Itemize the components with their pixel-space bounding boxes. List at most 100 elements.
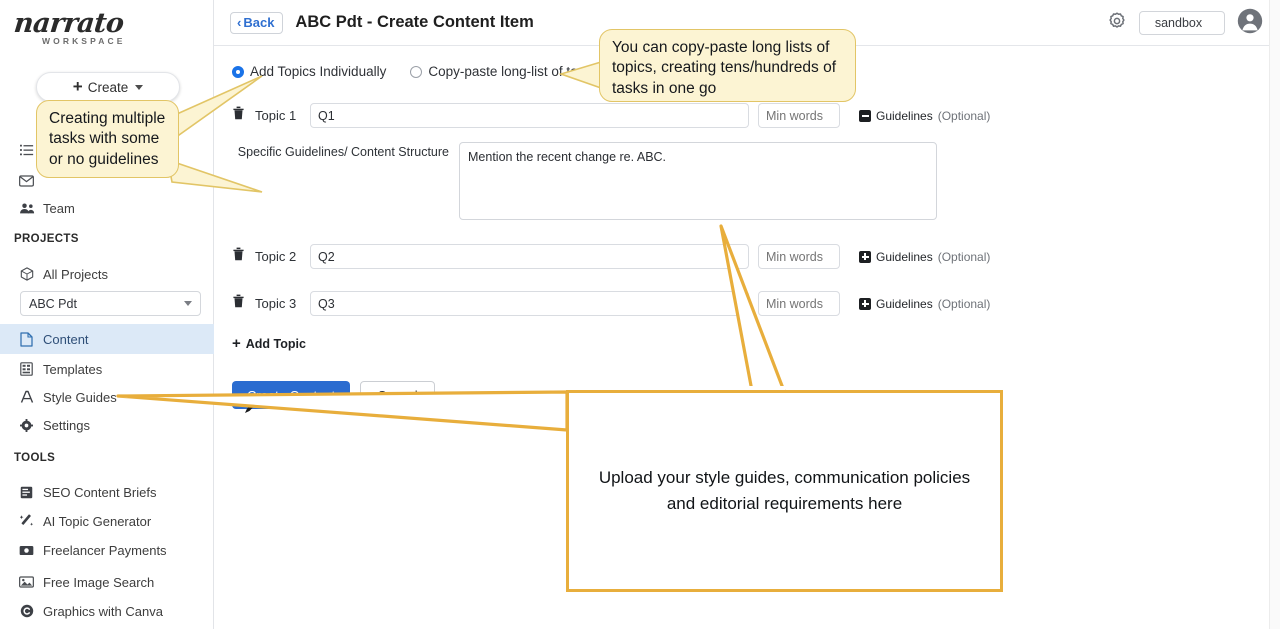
radio-add-topics-individually[interactable] [232, 65, 244, 78]
annotation-bottom-callout: Upload your style guides, communication … [566, 390, 1003, 592]
guidelines-optional-label: (Optional) [937, 296, 991, 311]
sidebar-item-all-projects[interactable]: All Projects [0, 259, 108, 289]
cancel-button[interactable]: Cancel [360, 381, 435, 409]
document-icon [18, 331, 35, 347]
radio-label-individually: Add Topics Individually [250, 64, 387, 79]
chevron-down-icon [135, 84, 144, 90]
create-button-label: Create [87, 79, 129, 95]
sidebar-item-label: Templates [43, 361, 103, 377]
trash-icon[interactable] [232, 106, 246, 125]
sidebar-item-templates[interactable]: Templates [0, 354, 102, 384]
sidebar-item-label: Settings [43, 417, 90, 433]
specific-guidelines-textarea[interactable]: Mention the recent change re. ABC. [459, 142, 937, 220]
topic-title-input[interactable] [310, 244, 749, 269]
trash-icon[interactable] [232, 294, 246, 313]
vertical-scrollbar[interactable] [1269, 0, 1280, 629]
guidelines-optional-label: (Optional) [937, 249, 991, 264]
guidelines-label: Guidelines [876, 108, 933, 123]
radio-copy-paste[interactable] [410, 65, 423, 78]
cube-icon [18, 267, 35, 281]
font-icon [18, 390, 35, 404]
image-icon [18, 576, 35, 588]
sidebar-item-label: All Projects [43, 266, 109, 282]
topic-label: Topic 2 [255, 249, 297, 264]
guidelines-toggle[interactable]: Guidelines (Optional) [859, 297, 990, 311]
sidebar-item-label: SEO Content Briefs [43, 484, 157, 500]
sidebar: narrato WORKSPACE + Create Team PROJECTS… [0, 0, 214, 629]
environment-label: sandbox [1154, 16, 1203, 30]
chevron-down-icon [184, 301, 192, 306]
sidebar-item-ai-topic-generator[interactable]: AI Topic Generator [0, 506, 151, 536]
pencil-icon [245, 401, 257, 413]
project-select[interactable]: ABC Pdt [20, 291, 201, 316]
sidebar-item-style-guides[interactable]: Style Guides [0, 382, 117, 412]
radio-label-copy-paste: Copy-paste long-list of topics [428, 64, 602, 79]
team-icon [18, 202, 35, 215]
specific-guidelines-label: Specific Guidelines/ Content Structure [237, 145, 449, 159]
guidelines-toggle[interactable]: Guidelines (Optional) [859, 109, 990, 123]
sidebar-item-graphics-with-canva[interactable]: Graphics with Canva [0, 596, 163, 626]
plus-square-icon [859, 297, 871, 310]
sidebar-item-label: Content [43, 331, 89, 347]
back-button[interactable]: ‹ Back [230, 11, 284, 34]
guidelines-label: Guidelines [876, 249, 933, 264]
annotation-left-callout: Creating multiple tasks with some or no … [36, 100, 179, 178]
sidebar-item-settings[interactable]: Settings [0, 410, 90, 440]
app-window: narrato WORKSPACE + Create Team PROJECTS… [0, 0, 1280, 629]
magic-wand-icon [18, 514, 35, 528]
sidebar-item-freelancer-payments[interactable]: Freelancer Payments [0, 535, 167, 565]
brief-icon [18, 486, 35, 499]
topic-label: Topic 3 [255, 296, 297, 311]
top-bar-right: sandbox [1107, 0, 1266, 46]
topic-row: Topic 3 Guidelines (Optional) [232, 291, 1280, 316]
guidelines-optional-label: (Optional) [937, 108, 991, 123]
minus-square-icon [859, 109, 871, 122]
environment-selector[interactable]: sandbox [1139, 11, 1225, 35]
sidebar-section-tools: TOOLS [14, 452, 56, 464]
avatar [1237, 8, 1263, 39]
add-topic-button[interactable]: + Add Topic [232, 336, 306, 351]
sidebar-item-label: Team [43, 200, 75, 216]
gear-icon[interactable] [1107, 11, 1127, 36]
canva-icon [18, 604, 35, 618]
sidebar-item-label: Style Guides [43, 389, 117, 405]
page-title: ABC Pdt - Create Content Item [295, 13, 534, 31]
app-logo[interactable]: narrato WORKSPACE [0, 0, 213, 50]
min-words-input[interactable] [758, 103, 840, 128]
envelope-icon [18, 175, 35, 187]
create-button[interactable]: + Create [36, 72, 180, 102]
logo-wordmark: narrato [12, 8, 126, 39]
sidebar-item-free-image-search[interactable]: Free Image Search [0, 567, 154, 597]
min-words-input[interactable] [758, 291, 840, 316]
specific-guidelines-block: Specific Guidelines/ Content Structure M… [232, 142, 1280, 220]
sidebar-item-team[interactable]: Team [0, 193, 75, 223]
guidelines-label: Guidelines [876, 296, 933, 311]
topic-label: Topic 1 [255, 108, 297, 123]
sidebar-section-projects: PROJECTS [14, 233, 79, 245]
plus-icon: + [232, 335, 241, 352]
annotation-top-callout: You can copy-paste long lists of topics,… [599, 29, 856, 102]
sidebar-item-seo-content-briefs[interactable]: SEO Content Briefs [0, 477, 156, 507]
sidebar-item-label: Freelancer Payments [43, 542, 167, 558]
user-menu[interactable] [1237, 8, 1266, 39]
template-icon [18, 362, 35, 376]
list-icon [18, 143, 35, 157]
plus-icon: + [72, 77, 83, 96]
topic-title-input[interactable] [310, 291, 749, 316]
sidebar-item-label: Free Image Search [43, 574, 155, 590]
trash-icon[interactable] [232, 247, 246, 266]
sidebar-item-content[interactable]: Content [0, 324, 214, 354]
money-icon [18, 545, 35, 556]
chevron-left-icon: ‹ [237, 14, 242, 30]
sidebar-item-label: AI Topic Generator [43, 513, 152, 529]
project-select-value: ABC Pdt [29, 296, 77, 311]
guidelines-toggle[interactable]: Guidelines (Optional) [859, 250, 990, 264]
topic-title-input[interactable] [310, 103, 749, 128]
topic-row: Topic 2 Guidelines (Optional) [232, 244, 1280, 269]
min-words-input[interactable] [758, 244, 840, 269]
topic-row: Topic 1 Guidelines (Optional) [232, 103, 1280, 128]
sidebar-item-label: Graphics with Canva [43, 603, 163, 619]
add-topic-label: Add Topic [245, 336, 306, 351]
gear-icon [18, 418, 35, 432]
back-button-label: Back [243, 14, 275, 30]
